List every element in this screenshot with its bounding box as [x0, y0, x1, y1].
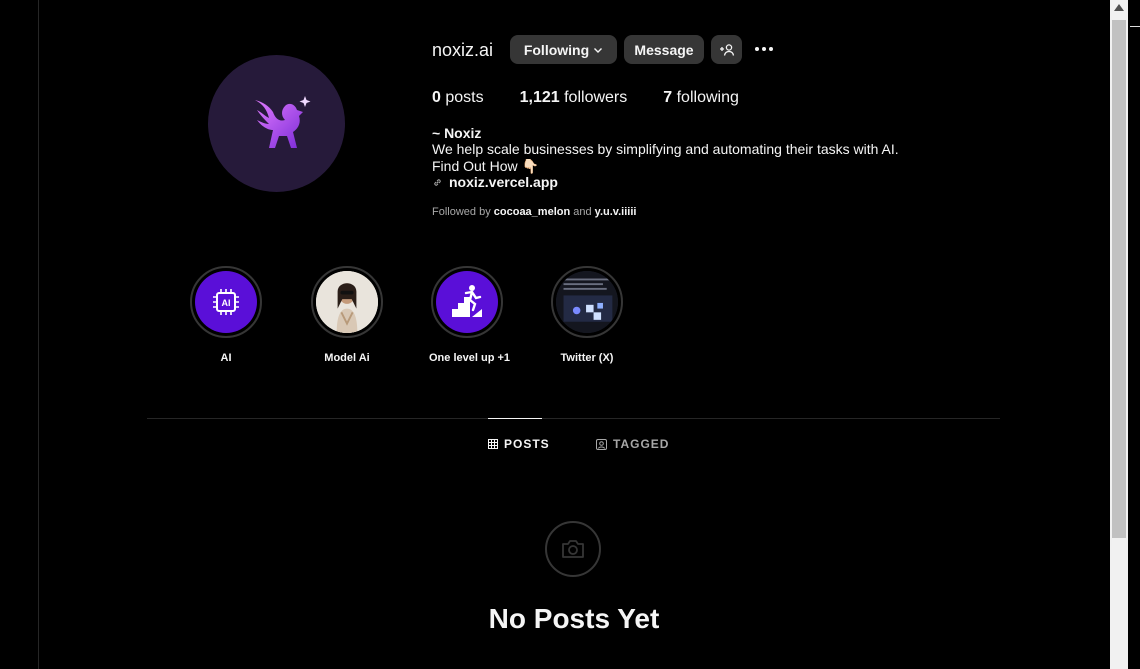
- highlight-label: AI: [220, 352, 232, 364]
- profile-avatar[interactable]: [208, 55, 345, 192]
- following-button-label: Following: [523, 41, 590, 58]
- followed-by-conj: and: [573, 206, 592, 218]
- bio-cta: Find Out How 👇🏻: [432, 158, 539, 174]
- highlight-one-level-up[interactable]: One level up +1: [429, 266, 511, 364]
- tagged-user-icon: [596, 438, 607, 450]
- tab-tagged[interactable]: TAGGED: [596, 437, 669, 451]
- following-stat[interactable]: 7 following: [663, 89, 739, 107]
- profile-stats: 0 posts 1,121 followers 7 following: [432, 89, 775, 107]
- followers-stat[interactable]: 1,121 followers: [520, 89, 628, 107]
- highlight-cover: [556, 271, 618, 333]
- posts-count: 0: [432, 89, 441, 106]
- followers-count: 1,121: [519, 89, 560, 106]
- highlight-ring: [431, 266, 503, 338]
- model-photo: [316, 271, 378, 333]
- message-button[interactable]: Message: [624, 35, 704, 64]
- ai-chip-icon: AI: [213, 289, 239, 315]
- highlight-label: Twitter (X): [560, 352, 614, 364]
- scroll-up-arrow-icon[interactable]: [1114, 4, 1124, 11]
- scrollbar-thumb[interactable]: [1112, 20, 1126, 538]
- following-count: 7: [663, 89, 673, 106]
- following-label: following: [676, 89, 739, 106]
- suggested-users-button[interactable]: [711, 35, 742, 64]
- svg-text:AI: AI: [222, 298, 231, 308]
- tab-posts-label: POSTS: [504, 437, 550, 451]
- bio-link-text: noxiz.vercel.app: [449, 174, 558, 190]
- twitter-screenshot: [556, 271, 618, 333]
- highlight-cover: [316, 271, 378, 333]
- camera-icon: [562, 540, 584, 558]
- profile-username: noxiz.ai: [432, 40, 494, 60]
- window-edge: [1128, 0, 1140, 669]
- link-icon: [434, 178, 441, 186]
- highlight-label: One level up +1: [429, 352, 511, 364]
- followers-label: followers: [564, 89, 628, 106]
- highlight-ring: [311, 266, 383, 338]
- highlight-label: Model Ai: [324, 352, 370, 364]
- empty-state-icon-circle: [545, 521, 601, 577]
- posts-stat: 0 posts: [432, 89, 484, 107]
- highlight-cover: [436, 271, 498, 333]
- highlight-ai[interactable]: AI AI: [188, 266, 264, 364]
- highlight-cover: AI: [195, 271, 257, 333]
- edge-tick: [1130, 26, 1140, 27]
- add-person-icon: [719, 43, 734, 56]
- left-border: [38, 0, 39, 669]
- options-button[interactable]: [752, 42, 776, 56]
- more-dots-icon: [755, 47, 759, 51]
- followed-by-user-1: cocoaa_melon: [493, 206, 571, 218]
- highlight-model-ai[interactable]: Model Ai: [309, 266, 385, 364]
- followed-by[interactable]: Followed by cocoaa_melon and y.u.v.iiiii: [432, 206, 636, 218]
- posts-label: posts: [445, 89, 484, 106]
- empty-state-title: No Posts Yet: [488, 603, 660, 634]
- message-button-label: Message: [634, 41, 694, 58]
- bio-name: ~ Noxiz: [432, 125, 482, 141]
- following-button[interactable]: Following: [510, 35, 617, 64]
- more-dot: [769, 47, 773, 51]
- chevron-down-icon: [594, 47, 603, 53]
- followed-by-user-2: y.u.v.iiiii: [594, 206, 637, 218]
- tab-tagged-label: TAGGED: [613, 437, 670, 451]
- highlight-ring: [551, 266, 623, 338]
- tabs-divider: [147, 418, 1000, 419]
- bio-description: We help scale businesses by simplifying …: [432, 141, 899, 157]
- more-dot: [762, 47, 766, 51]
- active-tab-indicator: [488, 418, 542, 419]
- highlight-ring: AI: [190, 266, 262, 338]
- highlight-twitter[interactable]: Twitter (X): [549, 266, 625, 364]
- followed-by-prefix: Followed by: [432, 206, 491, 218]
- griffin-logo-icon: [254, 95, 310, 148]
- page-scrollbar[interactable]: [1110, 0, 1128, 669]
- tab-posts[interactable]: POSTS: [488, 437, 550, 451]
- stairs-runner-icon: [452, 285, 482, 317]
- grid-icon: [488, 439, 498, 449]
- bio-website-link[interactable]: noxiz.vercel.app: [432, 174, 558, 190]
